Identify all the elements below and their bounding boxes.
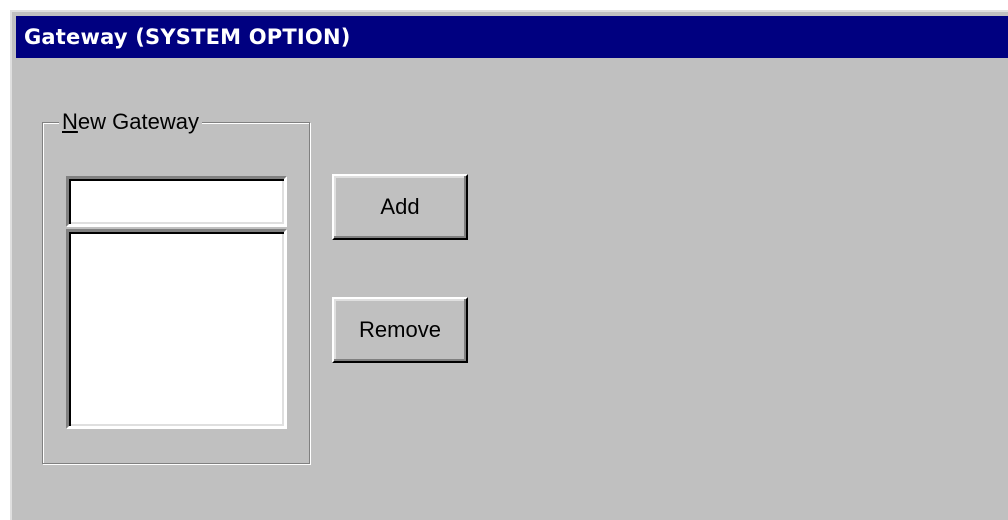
remove-button[interactable]: Remove (332, 297, 468, 363)
label-text: ew Gateway (77, 109, 199, 134)
window-title: Gateway (SYSTEM OPTION) (16, 16, 1008, 58)
new-gateway-input[interactable] (66, 176, 287, 227)
gateway-listbox[interactable] (66, 229, 287, 429)
new-gateway-group-label: New Gateway (59, 108, 202, 136)
label-accelerator-key: N (62, 109, 78, 134)
add-button[interactable]: Add (332, 174, 468, 240)
